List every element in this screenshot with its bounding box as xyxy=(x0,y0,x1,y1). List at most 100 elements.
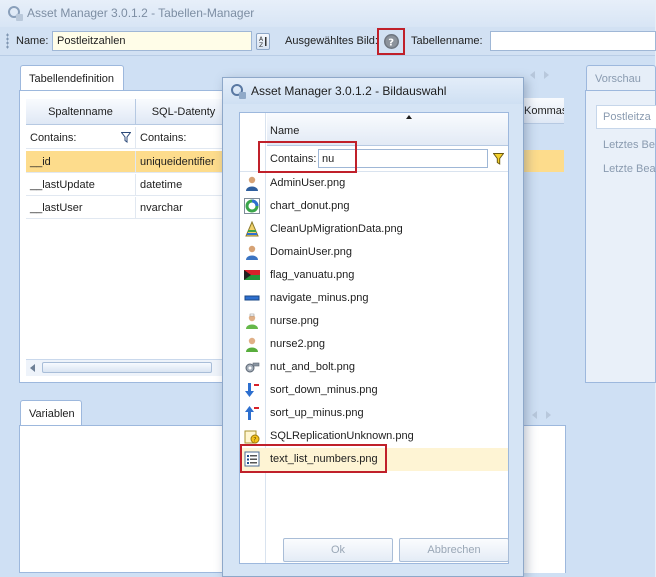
filter-label: Contains: xyxy=(140,132,187,144)
table-row-type[interactable]: datetime xyxy=(136,174,232,196)
tablename-input[interactable] xyxy=(490,31,656,51)
tablename-label: Tabellenname: xyxy=(411,35,483,47)
image-grid: Name Contains: nu AdminUser.png chart_do… xyxy=(239,112,509,564)
nut-bolt-icon xyxy=(245,362,260,373)
file-name: nurse2.png xyxy=(270,338,326,350)
variables-scroll-right-icon[interactable] xyxy=(546,411,551,419)
scroll-thumb[interactable] xyxy=(42,362,212,373)
main-titlebar: Asset Manager 3.0.1.2 - Tabellen-Manager xyxy=(0,0,655,27)
variables-scroll-left-icon[interactable] xyxy=(532,411,537,419)
image-selection-dialog: Asset Manager 3.0.1.2 - Bildauswahl Name… xyxy=(222,77,524,577)
file-name: AdminUser.png xyxy=(270,177,346,189)
tab-scroll-left-icon[interactable] xyxy=(530,71,535,79)
file-name: flag_vanuatu.png xyxy=(270,269,355,281)
file-name: navigate_minus.png xyxy=(270,292,369,304)
list-item[interactable]: CleanUpMigrationData.png xyxy=(240,218,508,241)
cleanup-icon xyxy=(245,221,259,237)
file-name: nut_and_bolt.png xyxy=(270,361,356,373)
file-name: SQLReplicationUnknown.png xyxy=(270,430,414,442)
ok-button[interactable]: Ok xyxy=(283,538,393,562)
toolbar: Name: Postleitzahlen AZ Ausgewähltes Bil… xyxy=(0,27,656,56)
preview-line: Letztes Be xyxy=(603,139,655,151)
admin-user-icon xyxy=(246,176,258,191)
chart-donut-icon xyxy=(244,198,260,214)
flag-icon xyxy=(244,270,260,280)
tab-scroll-arrows[interactable] xyxy=(526,68,556,82)
preview-line: Letzte Bea xyxy=(603,163,656,175)
tab-vorschau[interactable]: Vorschau xyxy=(586,65,656,91)
variables-tab-scroll-arrows[interactable] xyxy=(528,408,558,422)
nurse-icon xyxy=(246,313,258,329)
table-row[interactable]: __lastUser xyxy=(26,197,136,219)
column-name: __id xyxy=(30,156,51,168)
filter-icon[interactable] xyxy=(121,132,131,143)
sort-ascending-icon xyxy=(406,115,412,119)
table-row-type[interactable]: nvarchar xyxy=(136,197,232,219)
sort-up-minus-icon xyxy=(245,406,259,420)
file-name: DomainUser.png xyxy=(270,246,352,258)
asset-manager-app-icon xyxy=(8,6,23,21)
table-row-kommas xyxy=(524,150,564,172)
table-row[interactable]: __lastUpdate xyxy=(26,174,136,196)
column-header-sql-datentyp[interactable]: SQL-Datenty xyxy=(136,99,232,125)
table-definition-panel: Spaltenname SQL-Datenty Contains: Contai… xyxy=(19,90,232,383)
dialog-titlebar: Asset Manager 3.0.1.2 - Bildauswahl xyxy=(223,78,523,104)
horizontal-scrollbar[interactable] xyxy=(26,359,232,376)
list-item[interactable]: flag_vanuatu.png xyxy=(240,264,508,287)
dialog-title: Asset Manager 3.0.1.2 - Bildauswahl xyxy=(251,84,447,98)
column-type: uniqueidentifier xyxy=(140,156,215,168)
svg-text:?: ? xyxy=(253,437,256,444)
table-row[interactable]: __id xyxy=(26,151,136,173)
file-name: sort_down_minus.png xyxy=(270,384,378,396)
list-item[interactable]: sort_up_minus.png xyxy=(240,402,508,425)
scroll-left-icon[interactable] xyxy=(30,364,35,372)
filter-highlight xyxy=(258,141,357,173)
column-type: nvarchar xyxy=(140,202,183,214)
name-input[interactable]: Postleitzahlen xyxy=(52,31,252,51)
variables-panel xyxy=(19,425,231,573)
preview-panel: Postleitza Letztes Be Letzte Bea xyxy=(585,90,656,383)
domain-user-icon xyxy=(246,245,258,260)
file-name: sort_up_minus.png xyxy=(270,407,364,419)
file-name: CleanUpMigrationData.png xyxy=(270,223,403,235)
column-header-kommas[interactable]: Kommas xyxy=(524,98,564,124)
name-label: Name: xyxy=(16,35,49,47)
sort-az-icon: AZ xyxy=(259,36,267,48)
list-item[interactable]: nut_and_bolt.png xyxy=(240,356,508,379)
tab-scroll-right-icon[interactable] xyxy=(544,71,549,79)
column-name: __lastUser xyxy=(30,202,83,214)
list-item[interactable]: DomainUser.png xyxy=(240,241,508,264)
filter-icon[interactable] xyxy=(493,153,504,165)
list-item[interactable]: AdminUser.png xyxy=(240,172,508,195)
list-item[interactable]: navigate_minus.png xyxy=(240,287,508,310)
column-name: __lastUpdate xyxy=(30,179,95,191)
filter-cell-type[interactable]: Contains: xyxy=(136,127,232,149)
sql-replication-icon: ? xyxy=(244,430,260,444)
tab-tabellendefinition[interactable]: Tabellendefinition xyxy=(20,65,124,91)
navigate-minus-icon xyxy=(244,295,260,301)
file-name: chart_donut.png xyxy=(270,200,350,212)
list-item[interactable]: nurse2.png xyxy=(240,333,508,356)
table-row-type[interactable]: uniqueidentifier xyxy=(136,151,232,173)
selected-file-highlight xyxy=(240,444,387,473)
name-sort-button[interactable]: AZ xyxy=(256,33,270,50)
cancel-button[interactable]: Abbrechen xyxy=(399,538,509,562)
file-name: nurse.png xyxy=(270,315,319,327)
variables-panel-continuation xyxy=(524,425,566,573)
preview-header: Postleitza xyxy=(596,105,656,129)
selected-image-label: Ausgewähltes Bild: xyxy=(285,35,378,47)
sort-down-minus-icon xyxy=(245,383,259,397)
asset-manager-app-icon xyxy=(231,84,246,99)
selected-image-highlight xyxy=(377,28,405,55)
column-header-spaltenname[interactable]: Spaltenname xyxy=(26,99,136,125)
filter-label: Contains: xyxy=(30,132,77,144)
list-item[interactable]: sort_down_minus.png xyxy=(240,379,508,402)
filter-cell-name[interactable]: Contains: xyxy=(26,127,136,149)
tab-variablen[interactable]: Variablen xyxy=(20,400,82,426)
toolbar-grip[interactable] xyxy=(6,33,9,49)
svg-text:Z: Z xyxy=(259,42,263,48)
list-item[interactable]: nurse.png xyxy=(240,310,508,333)
column-type: datetime xyxy=(140,179,183,191)
nurse2-icon xyxy=(246,337,258,352)
list-item[interactable]: chart_donut.png xyxy=(240,195,508,218)
